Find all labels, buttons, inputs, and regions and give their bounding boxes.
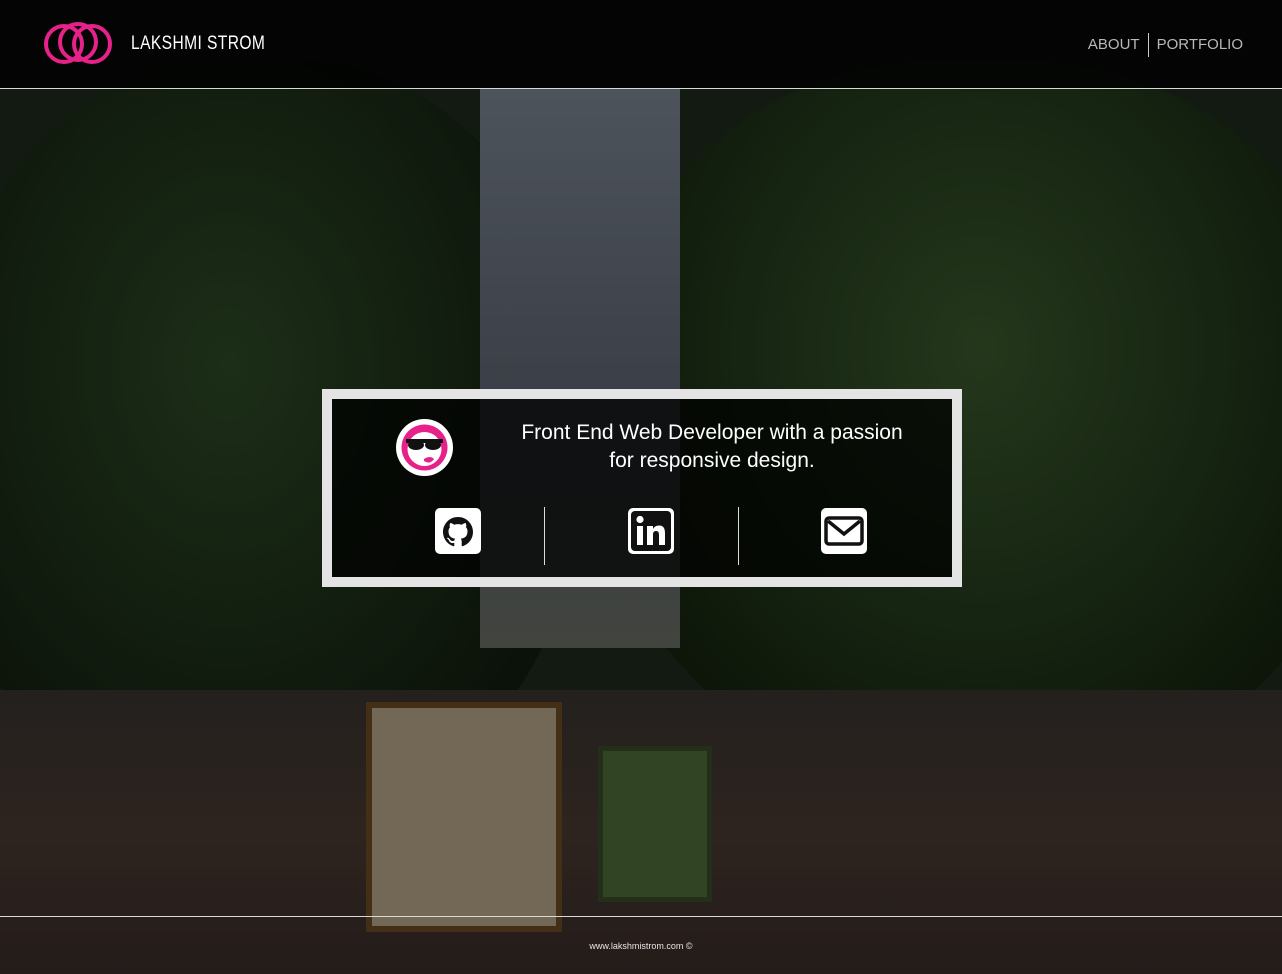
interlocking-rings-logo[interactable] [42,20,112,66]
brand-name[interactable]: LAKSHMI STROM [131,33,265,55]
main-nav: ABOUT PORTFOLIO [1088,33,1243,57]
sunglasses-avatar-icon [396,419,453,476]
email-icon [821,508,867,554]
footer-copyright: www.lakshmistrom.com © [589,941,693,951]
linkedin-icon [628,508,674,554]
social-divider [544,507,545,565]
linkedin-link[interactable] [627,507,675,555]
social-links [332,507,952,567]
github-link[interactable] [434,507,482,555]
tagline-line-2: for responsive design. [609,449,815,472]
github-icon [435,508,481,554]
tagline: Front End Web Developer with a passion f… [482,419,942,475]
site-header: LAKSHMI STROM ABOUT PORTFOLIO [0,0,1282,89]
footer-divider [0,916,1282,917]
intro-card: Front End Web Developer with a passion f… [322,389,962,587]
nav-portfolio-link[interactable]: PORTFOLIO [1157,34,1243,56]
social-divider [738,507,739,565]
nav-divider [1147,33,1149,57]
email-link[interactable] [820,507,868,555]
tagline-line-1: Front End Web Developer with a passion [521,421,903,444]
nav-about-link[interactable]: ABOUT [1088,34,1140,56]
